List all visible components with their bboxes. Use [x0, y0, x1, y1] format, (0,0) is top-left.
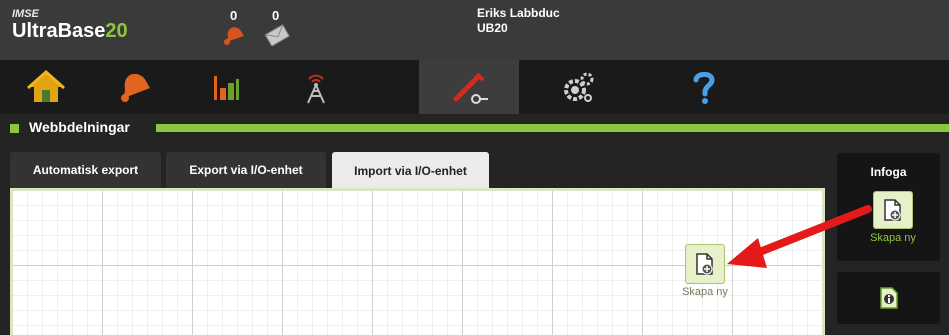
nav-settings[interactable]: [534, 60, 622, 114]
section-title: Webbdelningar: [29, 119, 130, 135]
brand-name: UltraBase20: [12, 20, 128, 42]
bell-icon: [121, 73, 150, 102]
new-document-icon: [884, 199, 901, 221]
user-info[interactable]: Eriks Labbduc UB20: [477, 6, 560, 36]
nav-alarms[interactable]: [92, 60, 180, 114]
tools-icon: [453, 72, 488, 104]
bar-chart-icon: [214, 76, 239, 100]
nav-home[interactable]: [2, 60, 90, 114]
canvas-node-label: Skapa ny: [682, 286, 728, 298]
create-new-button[interactable]: [873, 191, 913, 229]
new-document-icon: [696, 253, 713, 275]
section-header: Webbdelningar: [0, 114, 949, 144]
section-marker: [10, 124, 19, 133]
gears-icon: [564, 72, 594, 102]
tab-import-io[interactable]: Import via I/O-enhet: [332, 152, 489, 190]
section-divider: [156, 124, 949, 132]
envelope-icon: [264, 24, 290, 46]
help-icon: [693, 71, 715, 104]
canvas-node[interactable]: [685, 244, 725, 284]
home-icon: [27, 69, 65, 102]
insert-panel-title: Infoga: [870, 165, 907, 179]
antenna-icon: [307, 74, 325, 104]
message-count: 0: [272, 8, 280, 23]
nav-communication[interactable]: [272, 60, 360, 114]
nav-help[interactable]: [660, 60, 748, 114]
info-document-icon[interactable]: [877, 286, 901, 310]
user-name: Eriks Labbduc: [477, 6, 560, 20]
bell-small-icon: [224, 27, 244, 45]
alarm-count: 0: [230, 8, 238, 23]
tab-export-io[interactable]: Export via I/O-enhet: [166, 152, 326, 188]
icon-navigation: [0, 60, 949, 114]
user-database: UB20: [477, 21, 508, 35]
brand-name-text: UltraBase: [12, 20, 106, 42]
brand-version: 20: [105, 20, 128, 42]
design-canvas[interactable]: Skapa ny: [10, 188, 825, 335]
top-header: IMSE UltraBase20 0 0 Eriks Labbduc UB20: [0, 0, 949, 60]
create-new-label: Skapa ny: [870, 232, 916, 244]
tab-automatisk-export[interactable]: Automatisk export: [10, 152, 161, 188]
brand-logo[interactable]: IMSE UltraBase20: [12, 8, 128, 42]
brand-small-text: IMSE: [12, 8, 39, 20]
nav-reports[interactable]: [182, 60, 270, 114]
nav-tools[interactable]: [419, 60, 519, 114]
insert-panel: Infoga Skapa ny: [837, 153, 940, 261]
insert-panel-secondary: [837, 272, 940, 324]
